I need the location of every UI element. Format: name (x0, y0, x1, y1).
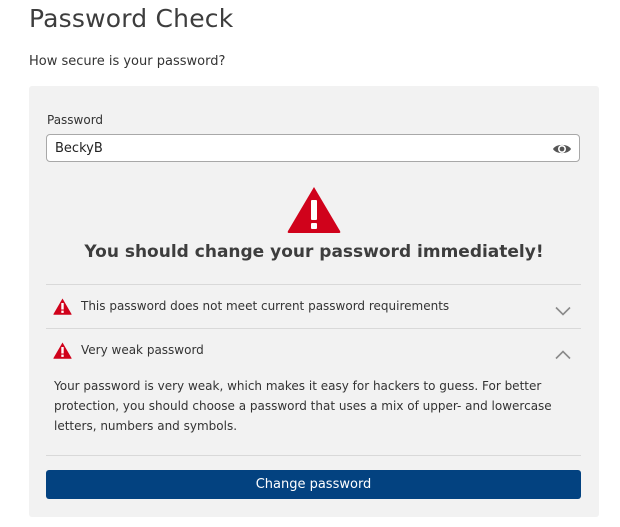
warning-triangle-icon (53, 298, 72, 315)
accordion-item-requirements[interactable]: This password does not meet current pass… (46, 285, 581, 329)
password-input[interactable] (55, 138, 545, 158)
accordion-item-body: Your password is very weak, which makes … (54, 379, 552, 433)
warning-triangle-icon (53, 342, 72, 359)
divider (46, 455, 581, 456)
chevron-up-icon[interactable] (555, 345, 571, 360)
page-title: Password Check (29, 4, 234, 33)
accordion-item-label: This password does not meet current pass… (81, 299, 450, 313)
password-field[interactable] (46, 134, 580, 162)
password-label: Password (47, 113, 104, 127)
result-headline: You should change your password immediat… (84, 242, 544, 262)
accordion-item-label: Very weak password (81, 343, 204, 357)
warning-triangle-icon (286, 185, 342, 234)
change-password-button[interactable]: Change password (46, 470, 581, 499)
page-subtitle: How secure is your password? (29, 54, 226, 69)
password-check-page: Password Check How secure is your passwo… (0, 0, 620, 527)
password-check-card: Password You should change your password… (29, 86, 599, 517)
eye-icon[interactable] (552, 141, 572, 155)
chevron-down-icon[interactable] (555, 301, 571, 316)
accordion-item-weak-password[interactable]: Very weak password (46, 329, 581, 373)
